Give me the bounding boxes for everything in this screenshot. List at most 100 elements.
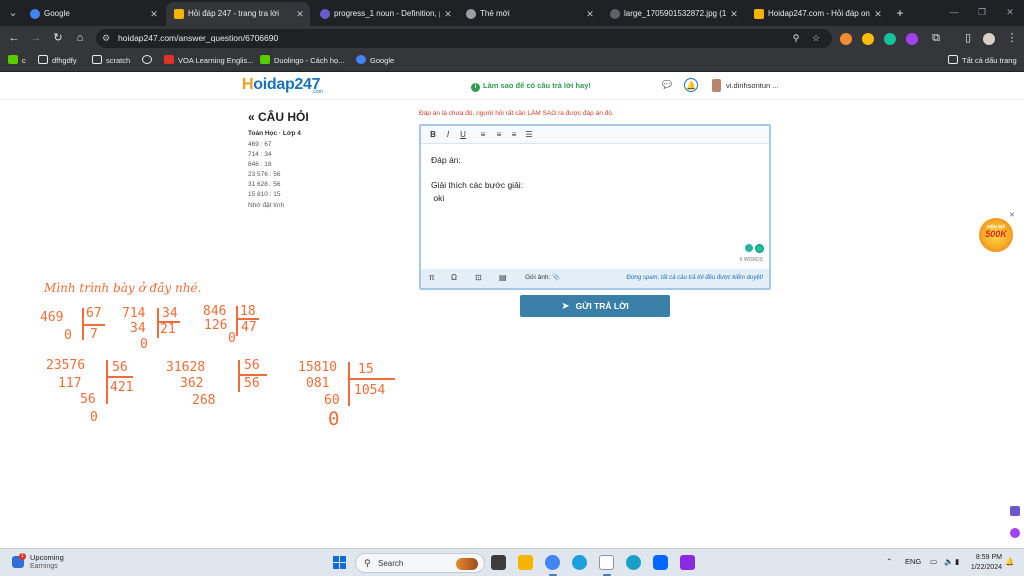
location-pin-icon[interactable] (745, 244, 753, 252)
media-icon[interactable]: ⊡ (475, 272, 482, 284)
division-bar (158, 321, 180, 323)
reload-icon[interactable]: ↻ (50, 30, 66, 46)
align-left-icon[interactable]: ≡ (477, 129, 489, 141)
remainder: 0 (228, 331, 236, 346)
widget-title[interactable]: Upcoming (30, 553, 64, 562)
bookmark-duolingo[interactable]: Duolingo - Cách họ... (260, 51, 344, 71)
tab-new[interactable]: Thẻ mới ✕ (458, 2, 600, 26)
tray-chevron-icon[interactable]: ⌃ (886, 557, 892, 566)
snipping-tool-icon[interactable] (599, 555, 614, 570)
url-omnibox[interactable]: ⚙ hoidap247.com/answer_question/6706690 … (96, 29, 832, 48)
grammarly-icon[interactable] (755, 244, 764, 253)
upload-image-button[interactable]: Gửi ảnh: 📎 (525, 272, 560, 284)
widget-subtitle[interactable]: Earnings (30, 563, 58, 570)
quotient: 21 (160, 322, 176, 337)
submit-answer-button[interactable]: ➤ GỬI TRẢ LỜI (520, 295, 670, 317)
chrome-taskbar-icon[interactable] (545, 555, 560, 570)
division-bar (238, 360, 240, 392)
all-bookmarks-folder[interactable]: Tất cả dấu trang (948, 51, 1017, 71)
extension-purple-icon[interactable] (906, 33, 918, 45)
align-right-icon[interactable]: ≡ (508, 129, 520, 141)
restore-icon[interactable]: ❐ (968, 0, 996, 24)
answer-editor[interactable]: B I U ≡ ≡ ≡ ☰ Đáp án: Giải thích các bướ… (419, 124, 771, 290)
folder-icon (92, 55, 102, 64)
app-purple-icon[interactable] (680, 555, 695, 570)
close-icon[interactable]: ✕ (442, 2, 454, 26)
zoom-search-icon[interactable]: ⚲ (790, 32, 802, 44)
battery-icon[interactable]: ▮ (955, 557, 959, 566)
bookmark-c[interactable]: c (8, 51, 26, 71)
align-center-icon[interactable]: ≡ (493, 129, 505, 141)
handwritten-note: Mình trình bày ở đây nhé. (44, 281, 202, 295)
notification-bell-icon[interactable]: 🔔 (1005, 557, 1014, 566)
question-line: 31 628 : 56 (248, 181, 281, 189)
skype-icon[interactable] (572, 555, 587, 570)
new-tab-plus-icon[interactable]: + (892, 2, 908, 24)
extension-yellow-icon[interactable] (862, 33, 874, 45)
tab-hoidap-home[interactable]: Hoidap247.com - Hỏi đáp online ✕ (746, 2, 888, 26)
italic-button[interactable]: I (442, 129, 454, 141)
zalo-icon[interactable] (653, 555, 668, 570)
promo-close-icon[interactable]: ✕ (1008, 212, 1016, 220)
divisor: 56 (244, 358, 260, 373)
close-icon[interactable]: ✕ (728, 2, 740, 26)
task-view-icon[interactable] (491, 555, 506, 570)
minimize-icon[interactable]: — (940, 0, 968, 24)
language-indicator[interactable]: ENG (905, 557, 921, 566)
tab-progress-definition[interactable]: progress_1 noun - Definition, pictures, … (312, 2, 458, 26)
forward-arrow-icon[interactable]: → (28, 30, 44, 46)
answer-line: Giải thích các bước giải: (431, 180, 524, 190)
bookmark-voa[interactable]: VOA Learning Englis... (164, 51, 253, 71)
edge-icon[interactable] (626, 555, 641, 570)
avatar[interactable] (712, 79, 721, 92)
sidebar-tool-icon[interactable] (1010, 528, 1020, 538)
back-arrow-icon[interactable]: ← (6, 30, 22, 46)
pi-symbol-icon[interactable]: π (429, 272, 435, 284)
window-close-icon[interactable]: ✕ (996, 0, 1024, 24)
close-icon[interactable]: ✕ (294, 2, 306, 26)
extensions-puzzle-icon[interactable]: ⧉ (928, 30, 944, 46)
bookmark-star-icon[interactable]: ☆ (810, 32, 822, 44)
close-icon[interactable]: ✕ (872, 2, 884, 26)
site-settings-icon[interactable]: ⚙ (102, 32, 114, 44)
code-block-icon[interactable]: ▤ (499, 272, 507, 284)
volume-icon[interactable]: 🔈 (944, 557, 953, 566)
close-icon[interactable]: ✕ (584, 2, 596, 26)
bold-button[interactable]: B (427, 129, 439, 141)
chat-icon[interactable]: 💬 (660, 78, 674, 92)
bookmark-globe[interactable] (142, 51, 156, 71)
side-panel-icon[interactable]: ▯ (960, 30, 976, 46)
bookmark-google[interactable]: Google (356, 51, 394, 71)
profile-avatar-icon[interactable] (983, 33, 995, 45)
globe-icon (142, 55, 152, 64)
tab-large-jpg[interactable]: large_1705901532872.jpg (1024×576) ✕ (602, 2, 744, 26)
network-icon[interactable]: ▭ (930, 557, 937, 566)
system-clock[interactable]: 8:59 PM 1/22/2024 (966, 553, 1002, 573)
tab-search-chevron-icon[interactable]: ⌄ (4, 4, 22, 22)
underline-button[interactable]: U (457, 129, 469, 141)
windows-start-icon[interactable] (333, 556, 346, 569)
tab-hoidap-answer[interactable]: Hỏi đáp 247 - trang tra lời ✕ (166, 2, 310, 26)
home-icon[interactable]: ⌂ (72, 30, 88, 46)
url-text[interactable]: hoidap247.com/answer_question/6706690 (118, 29, 278, 48)
paperclip-icon: 📎 (552, 274, 561, 281)
file-explorer-icon[interactable] (518, 555, 533, 570)
username[interactable]: vi.dinhsontun ... (726, 81, 779, 90)
site-logo[interactable]: Hoidap247 (242, 76, 321, 94)
align-justify-icon[interactable]: ☰ (523, 129, 535, 141)
bookmark-folder-scratch[interactable]: scratch (92, 51, 130, 71)
answer-content[interactable]: Đáp án: Giải thích các bước giải: oki (431, 154, 761, 204)
omega-symbol-icon[interactable]: Ω (451, 272, 457, 284)
close-icon[interactable]: ✕ (148, 2, 160, 26)
question-body: 469 : 67 714 : 34 846 : 18 23 576 : 56 3… (248, 140, 284, 211)
bell-icon[interactable]: 🔔 (684, 78, 698, 92)
extension-orange-icon[interactable] (840, 33, 852, 45)
tab-google[interactable]: Google ✕ (22, 2, 164, 26)
grammarly-extension-icon[interactable] (884, 33, 896, 45)
promo-badge[interactable]: SIÊU MÃ 500K (979, 218, 1013, 252)
answer-tips-link[interactable]: i Làm sao để có câu trả lời hay! (471, 81, 591, 92)
sidebar-tool-icon[interactable] (1010, 506, 1020, 516)
menu-dots-icon[interactable]: ⋮ (1004, 30, 1020, 46)
bookmark-folder-dfhgdfy[interactable]: dfhgdfy (38, 51, 77, 71)
taskbar-search[interactable]: ⚲ Search (355, 553, 485, 573)
